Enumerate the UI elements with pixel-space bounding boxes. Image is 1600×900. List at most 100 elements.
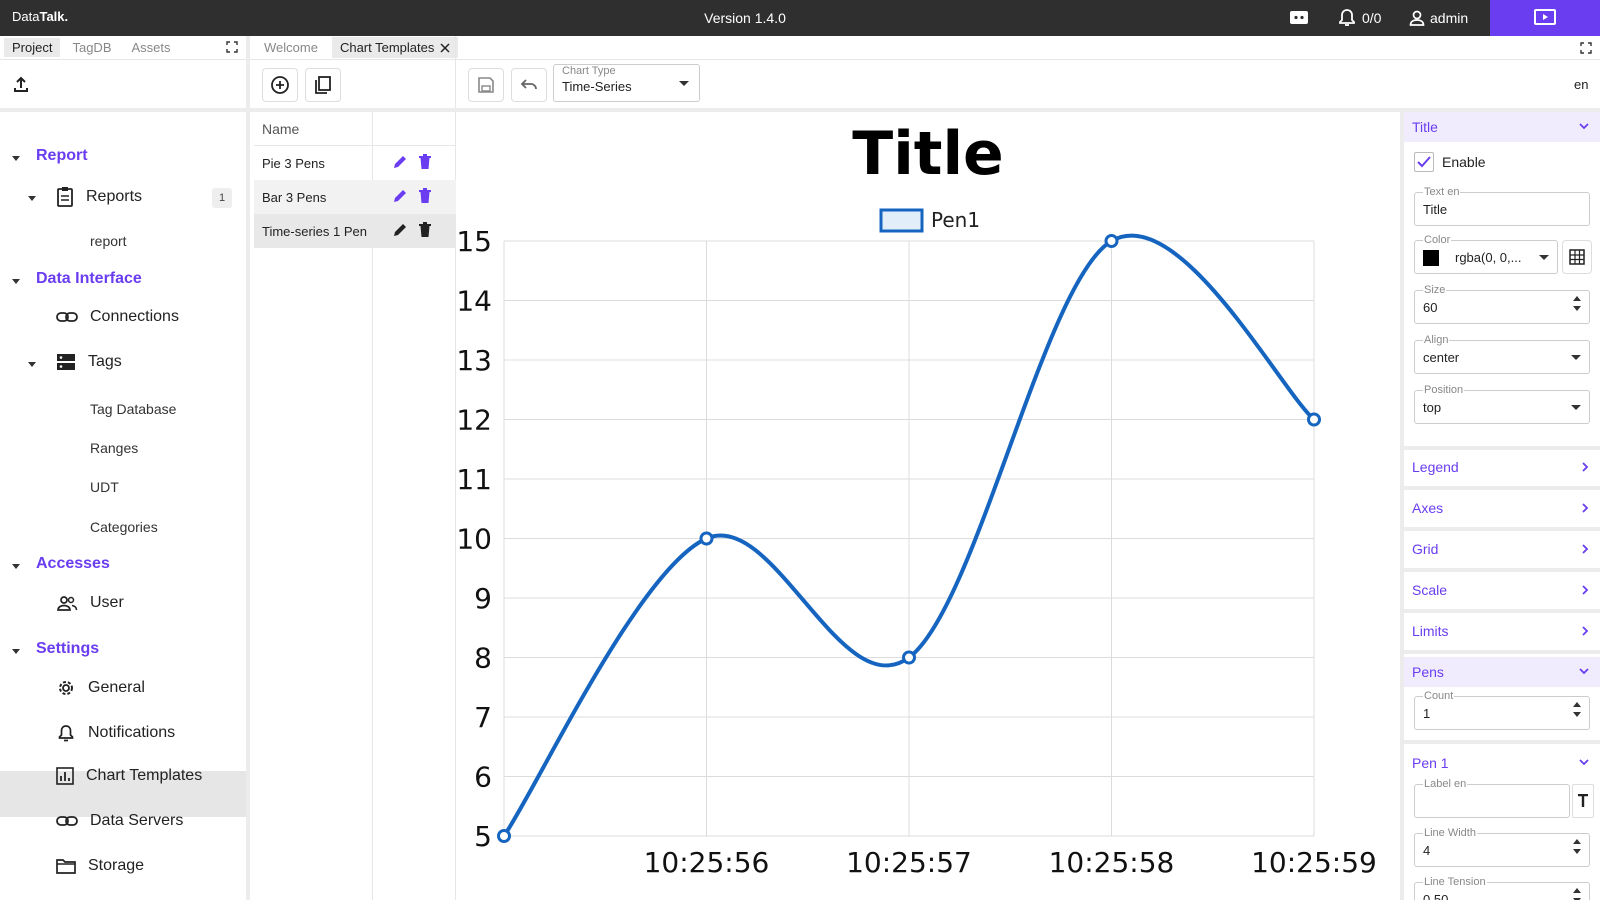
field-value: 4: [1423, 843, 1431, 858]
tab-project[interactable]: Project: [4, 38, 61, 57]
edit-pencil-icon[interactable]: [392, 222, 408, 238]
tree-section-accesses[interactable]: Accesses: [36, 555, 110, 573]
number-stepper[interactable]: [1573, 702, 1581, 717]
title-text-field[interactable]: Text en Title: [1414, 186, 1590, 226]
title-size-field[interactable]: Size 60: [1414, 284, 1590, 324]
caret-down-icon[interactable]: [12, 649, 20, 654]
tree-item-ranges[interactable]: Ranges: [90, 440, 138, 456]
section-divider: [1404, 527, 1600, 531]
caret-down-icon[interactable]: [12, 156, 20, 161]
title-position-select[interactable]: Position top: [1414, 384, 1590, 424]
section-limits-header[interactable]: Limits: [1404, 616, 1600, 646]
trash-icon[interactable]: [418, 222, 432, 238]
chart-type-value: Time-Series: [562, 79, 632, 94]
tree-item-connections[interactable]: Connections: [56, 308, 179, 326]
data-point[interactable]: [1307, 412, 1321, 427]
tree-item-reports[interactable]: Reports: [56, 186, 142, 208]
data-point[interactable]: [699, 531, 714, 546]
tab-assets[interactable]: Assets: [124, 38, 179, 57]
tree-item-report[interactable]: report: [90, 233, 127, 249]
chevron-right-icon: [1582, 544, 1589, 554]
field-label: Size: [1423, 284, 1447, 296]
caret-down-icon[interactable]: [12, 564, 20, 569]
template-name: Bar 3 Pens: [262, 189, 327, 205]
title-align-select[interactable]: Align center: [1414, 334, 1590, 374]
tree-item-chart-templates[interactable]: Chart Templates: [56, 767, 202, 785]
template-row[interactable]: Pie 3 Pens: [254, 146, 456, 180]
legend-swatch[interactable]: [879, 208, 924, 233]
pen-line-width-field[interactable]: Line Width 4: [1414, 827, 1590, 867]
clipboard-icon: [57, 187, 73, 207]
section-pens-header[interactable]: Pens: [1404, 657, 1600, 687]
tree-item-udt[interactable]: UDT: [90, 479, 119, 495]
present-button[interactable]: [1490, 0, 1600, 36]
tree-section-report[interactable]: Report: [36, 147, 88, 165]
section-axes-header[interactable]: Axes: [1404, 493, 1600, 523]
data-point[interactable]: [902, 650, 916, 665]
project-tabs: Project TagDB Assets: [0, 36, 246, 60]
caret-down-icon[interactable]: [28, 362, 36, 367]
section-scale-header[interactable]: Scale: [1404, 575, 1600, 605]
language-selector[interactable]: en: [1574, 77, 1588, 92]
chat-button[interactable]: [1288, 6, 1310, 30]
upload-icon[interactable]: [12, 76, 30, 94]
expand-icon[interactable]: [226, 41, 238, 53]
section-title-header[interactable]: Title: [1404, 112, 1600, 142]
tree-item-categories[interactable]: Categories: [90, 519, 158, 535]
section-legend-header[interactable]: Legend: [1404, 452, 1600, 482]
title-color-select[interactable]: Color rgba(0, 0,...: [1414, 234, 1558, 274]
number-stepper[interactable]: [1573, 296, 1581, 311]
enable-title-checkbox[interactable]: Enable: [1414, 152, 1486, 172]
number-stepper[interactable]: [1573, 888, 1581, 900]
tree-item-tags[interactable]: Tags: [56, 353, 122, 371]
section-grid-header[interactable]: Grid: [1404, 534, 1600, 564]
edit-pencil-icon[interactable]: [392, 188, 408, 204]
trash-icon[interactable]: [418, 188, 432, 204]
pen-line-tension-field[interactable]: Line Tension 0.50: [1414, 876, 1590, 900]
tree-item-label: Chart Templates: [86, 767, 203, 784]
chart-canvas: 5 6 7 8 9 10 11 12 13 14 15 10:25:56 10:25:57 10:25:5…: [456, 119, 1377, 879]
row-actions: [392, 188, 432, 204]
tab-tagdb[interactable]: TagDB: [64, 38, 119, 57]
number-stepper[interactable]: [1573, 839, 1581, 854]
x-tick-label: 10:25:59: [1251, 846, 1377, 879]
data-point[interactable]: [497, 829, 511, 843]
chevron-down-icon: [1579, 759, 1589, 766]
caret-down-icon[interactable]: [28, 196, 36, 201]
alarms-button[interactable]: 0/0: [1336, 6, 1381, 30]
checkbox[interactable]: [1414, 152, 1434, 172]
trash-icon[interactable]: [418, 154, 432, 170]
caret-down-icon[interactable]: [12, 279, 20, 284]
text-format-button[interactable]: [1572, 784, 1594, 818]
tree-item-label: Data Servers: [90, 812, 184, 829]
template-row-selected[interactable]: Time-series 1 Pen: [254, 214, 456, 248]
chart-type-select[interactable]: Chart Type Time-Series: [553, 64, 700, 102]
folder-icon: [56, 859, 76, 874]
tree-item-storage[interactable]: Storage: [56, 857, 144, 875]
section-pen1-header[interactable]: Pen 1: [1404, 748, 1600, 778]
tree-item-notifications[interactable]: Notifications: [56, 723, 175, 743]
undo-button[interactable]: [511, 68, 547, 102]
template-row[interactable]: Bar 3 Pens: [254, 180, 456, 214]
edit-pencil-icon[interactable]: [392, 154, 408, 170]
tree-item-tag-database[interactable]: Tag Database: [90, 401, 176, 417]
tree-item-user[interactable]: User: [56, 594, 124, 612]
data-point[interactable]: [1104, 234, 1119, 248]
tree-section-settings[interactable]: Settings: [36, 640, 99, 658]
y-tick-label: 6: [474, 761, 492, 794]
pen-label-field[interactable]: Label en: [1414, 778, 1570, 818]
add-template-button[interactable]: [262, 68, 298, 102]
tree-section-data-interface[interactable]: Data Interface: [36, 270, 142, 288]
save-button[interactable]: [468, 68, 504, 102]
tree-item-data-servers[interactable]: Data Servers: [56, 812, 183, 830]
color-picker-button[interactable]: [1562, 240, 1592, 274]
alarms-count: 0/0: [1362, 10, 1382, 26]
tree-item-general[interactable]: General: [56, 678, 145, 698]
duplicate-template-button[interactable]: [305, 68, 341, 102]
expand-icon[interactable]: [1580, 42, 1592, 54]
pens-count-field[interactable]: Count 1: [1414, 690, 1590, 730]
field-label: Line Width: [1423, 827, 1477, 839]
user-menu[interactable]: admin: [1408, 6, 1468, 30]
y-tick-label: 10: [456, 523, 492, 556]
save-icon: [478, 77, 494, 93]
